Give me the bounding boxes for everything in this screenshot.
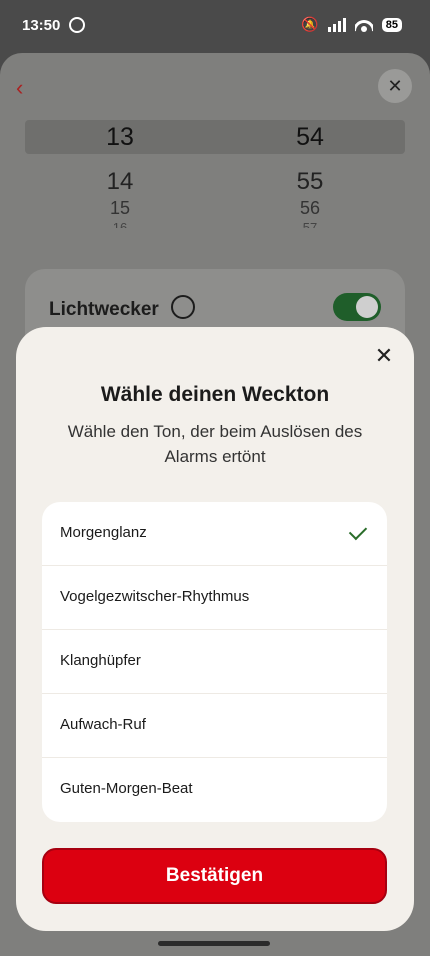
mute-icon: 🔕: [301, 16, 319, 32]
checkmark-icon: [351, 522, 369, 540]
minute-value: 56: [299, 198, 321, 218]
wifi-icon: [355, 18, 373, 32]
whatsapp-icon: [69, 17, 85, 33]
hour-value: 16: [112, 220, 128, 228]
lichtwecker-label: Lichtwecker: [49, 299, 159, 320]
status-bar: 13:50 🔕 85: [0, 0, 430, 52]
ringtone-label: Guten-Morgen-Beat: [60, 780, 193, 797]
hour-value: 15: [109, 198, 131, 218]
ringtone-modal: ✕ Wähle deinen Weckton Wähle den Ton, de…: [16, 327, 414, 931]
ringtone-option[interactable]: Morgenglanz: [42, 502, 387, 566]
ringtone-option[interactable]: Guten-Morgen-Beat: [42, 758, 387, 822]
modal-close-icon[interactable]: ✕: [372, 344, 396, 368]
minute-value: 57: [302, 220, 318, 228]
ringtone-option[interactable]: Klanghüpfer: [42, 630, 387, 694]
home-indicator[interactable]: [158, 941, 270, 946]
hour-value: 13: [106, 123, 134, 151]
minute-value: 55: [296, 168, 324, 195]
hour-value: 14: [106, 168, 134, 195]
alarm-clock-icon: [171, 295, 195, 319]
ringtone-option[interactable]: Vogelgezwitscher-Rhythmus: [42, 566, 387, 630]
modal-title: Wähle deinen Weckton: [100, 383, 330, 406]
ringtone-label: Morgenglanz: [60, 524, 147, 541]
signal-icon: [327, 17, 346, 32]
minute-picker[interactable]: 54 55 56 57: [270, 120, 350, 228]
back-chevron-icon[interactable]: ‹: [16, 75, 23, 101]
hour-picker[interactable]: 13 14 15 16: [80, 120, 160, 228]
ringtone-label: Aufwach-Ruf: [60, 716, 146, 733]
ringtone-option[interactable]: Aufwach-Ruf: [42, 694, 387, 758]
ringtone-label: Vogelgezwitscher-Rhythmus: [60, 588, 250, 605]
modal-subtitle: Wähle den Ton, der beim Auslösen des Ala…: [67, 422, 363, 466]
ringtone-list: Morgenglanz Vogelgezwitscher-Rhythmus Kl…: [42, 502, 387, 822]
ringtone-label: Klanghüpfer: [60, 652, 141, 669]
close-icon[interactable]: ✕: [378, 69, 412, 103]
status-time: 13:50: [22, 17, 61, 34]
minute-value: 54: [296, 123, 324, 151]
toggle-knob: [356, 296, 378, 318]
lichtwecker-toggle[interactable]: [333, 293, 381, 321]
confirm-button[interactable]: Bestätigen: [42, 848, 387, 904]
battery-indicator: 85: [381, 17, 402, 32]
